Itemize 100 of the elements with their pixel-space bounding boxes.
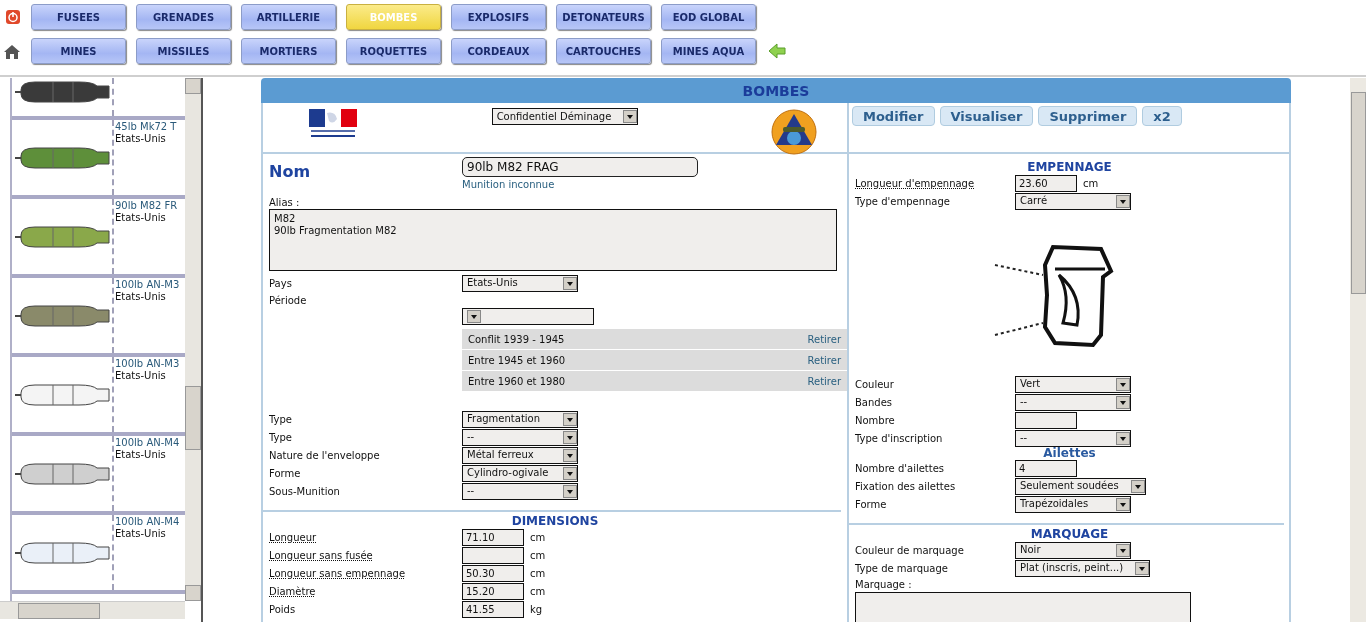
nav-button[interactable]: FUSEES [31,4,126,30]
field-label: Alias : [269,196,301,209]
section-title: DIMENSIONS [510,515,600,528]
field-label: Type d'empennage [855,195,951,207]
input-field[interactable]: 41.55 [462,600,524,618]
dropdown[interactable]: Fragmentation [462,410,578,428]
nav-button[interactable]: GRENADES [136,4,231,30]
input-field[interactable]: 90lb M82 FRAG [462,157,698,177]
dropdown[interactable]: Carré [1015,192,1131,210]
dropdown[interactable]: Cylindro-ogivale [462,464,578,482]
period-text: Entre 1960 et 1980 [468,375,566,387]
field-label: Longueur [269,531,318,543]
caret-icon [623,110,638,123]
dropdown[interactable]: Noir [1015,541,1131,559]
nav-button[interactable]: CARTOUCHES [556,38,651,64]
item-title: 100lb AN-M3 [115,279,180,291]
input-field[interactable] [1015,411,1077,429]
field-label: Nom [269,162,312,181]
input-field[interactable] [462,546,524,564]
list-item[interactable] [12,78,187,120]
item-country: Etats-Unis [115,212,167,224]
input-field[interactable]: 23.60 [1015,174,1077,192]
unit-label: cm [530,567,546,579]
unit-label: cm [530,585,546,597]
nav-button[interactable]: ARTILLERIE [241,4,336,30]
item-country: Etats-Unis [115,528,167,540]
dropdown[interactable]: -- [462,428,578,446]
caret-icon [1116,431,1130,445]
nav-button[interactable]: CORDEAUX [451,38,546,64]
item-title: 45lb Mk72 T [115,121,177,133]
action-button[interactable]: Supprimer [1038,106,1138,126]
field-label: Poids [269,603,297,615]
section-title: EMPENNAGE [1026,161,1113,174]
item-title: 100lb AN-M4 [115,437,180,449]
nav-button[interactable]: MISSILES [136,38,231,64]
status-text: Munition inconnue [462,179,556,190]
dropdown[interactable]: Seulement soudées [1015,477,1146,495]
item-country: Etats-Unis [115,370,167,382]
action-button[interactable]: Modifier [852,106,935,126]
input-field[interactable]: 15.20 [462,582,524,600]
home-icon[interactable] [3,42,21,60]
dropdown[interactable]: -- [462,482,578,500]
caret-icon [1116,497,1130,511]
power-icon[interactable] [5,9,21,25]
caret-icon [1135,561,1150,575]
remove-link[interactable]: Retirer [807,375,841,387]
field-label: Sous-Munition [269,485,341,497]
action-button[interactable]: x2 [1142,106,1182,126]
item-country: Etats-Unis [115,449,167,461]
nav-button[interactable]: EOD GLOBAL [661,4,756,30]
text-area[interactable] [855,592,1191,622]
caret-icon [563,484,577,498]
dropdown[interactable]: Etats-Unis [462,274,578,292]
field-label: Longueur sans empennage [269,567,407,579]
section-subtitle: Ailettes [1042,447,1097,459]
nav-button[interactable]: MINES [31,38,126,64]
item-title: 100lb AN-M4 [115,516,180,528]
list-horizontal-scrollbar[interactable] [0,601,185,619]
field-label: Nombre d'ailettes [855,462,946,474]
caret-icon [1116,377,1130,391]
action-button[interactable]: Visualiser [939,106,1034,126]
back-arrow-icon[interactable] [768,43,786,59]
page-scrollbar[interactable] [1350,78,1366,622]
field-label: Type [269,413,293,425]
dropdown[interactable]: Vert [1015,375,1131,393]
input-field[interactable]: 50.30 [462,564,524,582]
field-label: Type [269,431,293,443]
republic-logo [307,109,359,139]
nav-button[interactable]: DETONATEURS [556,4,651,30]
remove-link[interactable]: Retirer [807,333,841,345]
caret-icon [563,412,577,426]
unit-label: cm [530,531,546,543]
dropdown[interactable]: -- [1015,393,1131,411]
field-label: Pays [269,277,293,289]
field-label: Couleur [855,378,895,390]
field-label: Période [269,295,308,308]
dropdown[interactable]: -- [1015,429,1131,447]
dropdown[interactable]: Confidentiel Déminage [491,108,639,125]
nav-button[interactable]: ROQUETTES [346,38,441,64]
dropdown[interactable]: Plat (inscris, peint...) [1015,559,1151,577]
nav-button[interactable]: MORTIERS [241,38,336,64]
caret-icon [1116,543,1130,557]
period-text: Entre 1945 et 1960 [468,354,566,366]
unit-label: cm [1083,177,1099,189]
section-title: MARQUAGE [1029,528,1110,541]
remove-link[interactable]: Retirer [807,354,841,366]
list-scrollbar[interactable] [185,78,201,601]
caret-icon [467,310,481,323]
dropdown[interactable] [462,308,594,325]
dropdown[interactable]: Métal ferreux [462,446,578,464]
field-label: Couleur de marquage [855,544,965,556]
nav-button[interactable]: EXPLOSIFS [451,4,546,30]
input-field[interactable]: 4 [1015,459,1077,477]
emblem-logo [771,109,817,155]
dropdown[interactable]: Trapézoidales [1015,495,1131,513]
input-field[interactable]: 71.10 [462,528,524,546]
caret-icon [1130,479,1145,493]
text-area[interactable]: M82 90lb Fragmentation M82 [269,209,837,271]
nav-button[interactable]: MINES AQUA [661,38,756,64]
field-label: Marquage : [855,578,913,592]
